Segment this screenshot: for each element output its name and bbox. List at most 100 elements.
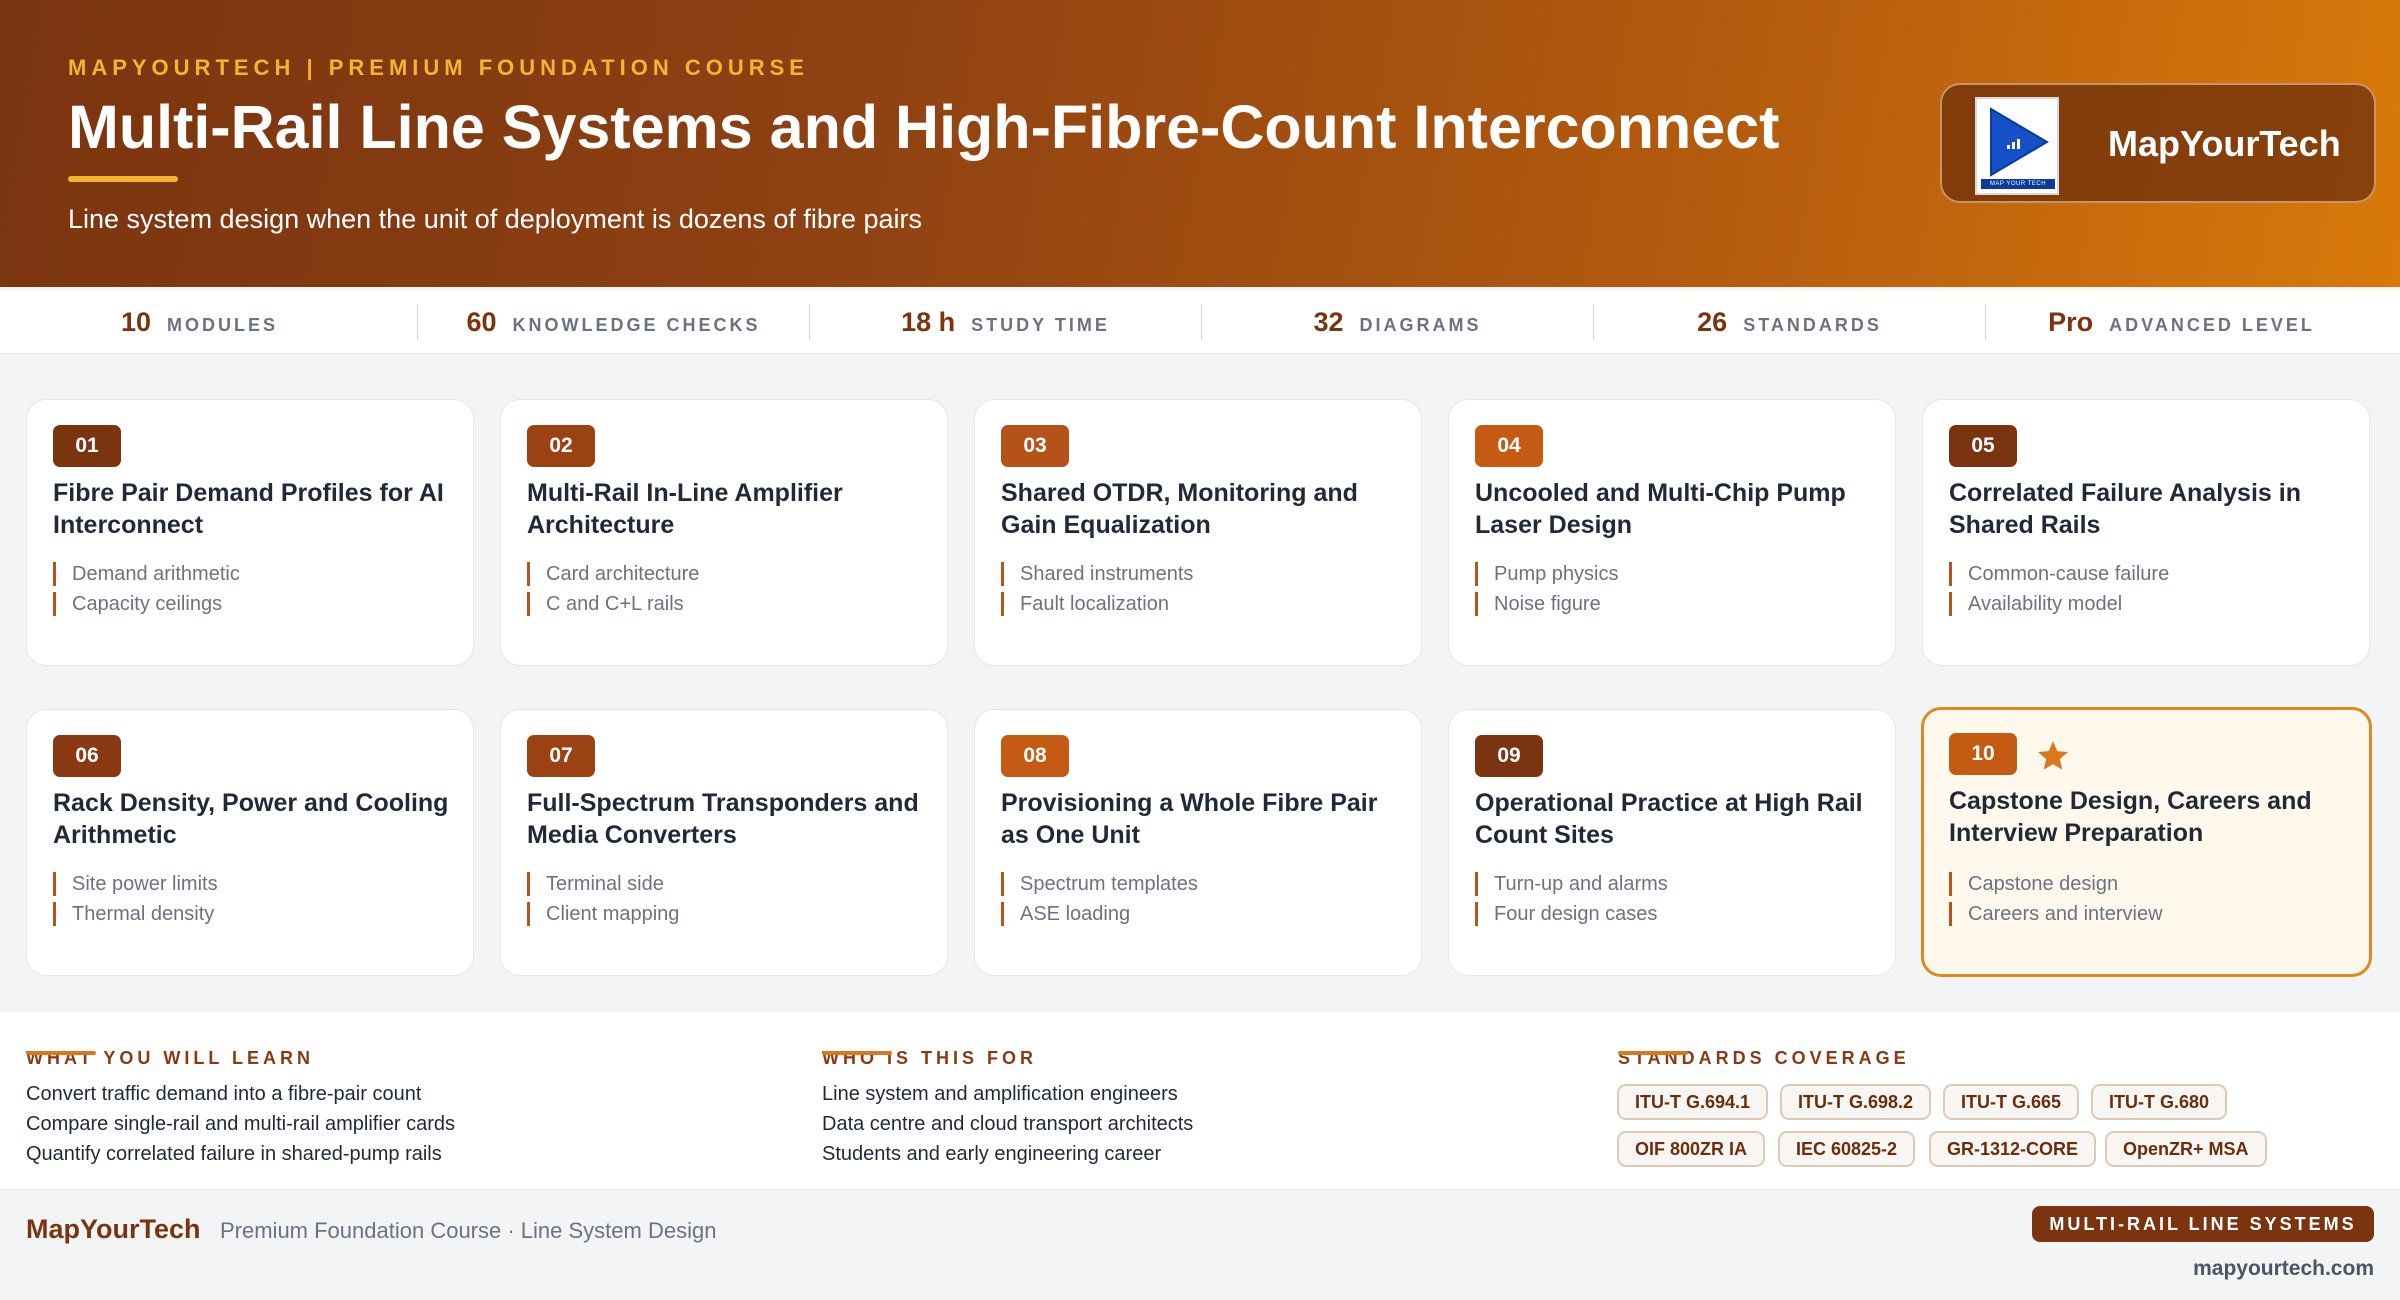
module-card-02[interactable]: 02 Multi-Rail In-Line Amplifier Architec… <box>500 399 948 666</box>
stat-value: 32 <box>1313 307 1344 337</box>
module-number-badge: 08 <box>1001 735 1069 777</box>
info-section: WHAT YOU WILL LEARN Convert traffic dema… <box>0 1012 2400 1190</box>
module-number-badge: 07 <box>527 735 595 777</box>
module-number-badge: 02 <box>527 425 595 467</box>
stat-standards: 26 STANDARDS <box>1594 291 1985 354</box>
module-number-badge: 06 <box>53 735 121 777</box>
module-title: Correlated Failure Analysis in Shared Ra… <box>1949 479 2301 539</box>
stat-value: 10 <box>120 307 152 337</box>
module-card-09[interactable]: 09 Operational Practice at High Rail Cou… <box>1448 709 1896 976</box>
footer-url-link[interactable]: mapyourtech.com <box>2193 1257 2374 1281</box>
module-topic: Fault localization <box>1001 592 1169 616</box>
standard-pill: ITU-T G.694.1 <box>1617 1084 1769 1120</box>
stat-level: Pro ADVANCED LEVEL <box>1986 291 2377 354</box>
course-header: MAPYOURTECH | PREMIUM FOUNDATION COURSE … <box>0 0 2400 287</box>
module-title: Multi-Rail In-Line Amplifier Architectur… <box>527 479 843 539</box>
module-title: Operational Practice at High Rail Count … <box>1475 789 1863 849</box>
module-topic: Client mapping <box>527 902 679 926</box>
module-topic: Demand arithmetic <box>53 562 240 586</box>
module-topic: Capstone design <box>1949 872 2118 896</box>
module-number-badge: 03 <box>1001 425 1069 467</box>
module-topic: C and C+L rails <box>527 592 684 616</box>
module-card-08[interactable]: 08 Provisioning a Whole Fibre Pair as On… <box>974 709 1422 976</box>
module-topic: Card architecture <box>527 562 699 586</box>
module-number-badge: 01 <box>53 425 121 467</box>
footer-course-text: Premium Foundation Course · Line System … <box>220 1218 717 1243</box>
module-topic: Terminal side <box>527 872 664 896</box>
stat-value: Pro <box>2048 307 2094 337</box>
audience-heading-underline <box>822 1051 892 1055</box>
standard-pill: ITU-T G.698.2 <box>1780 1084 1932 1120</box>
audience-item: Students and early engineering career <box>822 1143 1162 1165</box>
module-card-04[interactable]: 04 Uncooled and Multi-Chip Pump Laser De… <box>1448 399 1896 666</box>
footer-brand: MapYourTech <box>26 1214 201 1244</box>
standard-pill: OpenZR+ MSA <box>2105 1131 2267 1167</box>
module-topic: Four design cases <box>1475 902 1657 926</box>
module-title: Uncooled and Multi-Chip Pump Laser Desig… <box>1475 479 1846 539</box>
stat-modules: 10 MODULES <box>4 291 395 354</box>
stat-diagrams: 32 DIAGRAMS <box>1202 291 1593 354</box>
module-topic: ASE loading <box>1001 902 1130 926</box>
learn-item: Compare single-rail and multi-rail ampli… <box>26 1113 456 1135</box>
module-number-badge: 09 <box>1475 735 1543 777</box>
module-topic: Turn-up and alarms <box>1475 872 1668 896</box>
stat-value: 26 <box>1697 307 1728 337</box>
learn-item: Quantify correlated failure in shared-pu… <box>26 1143 442 1165</box>
brand-card[interactable]: MAP YOUR TECH MapYourTech <box>1940 83 2376 203</box>
module-topic: Careers and interview <box>1949 902 2163 926</box>
module-title: Provisioning a Whole Fibre Pair as One U… <box>1001 789 1378 849</box>
learn-item: Convert traffic demand into a fibre-pair… <box>26 1083 422 1105</box>
stat-label: ADVANCED LEVEL <box>2109 315 2315 335</box>
footer-tag-badge: MULTI-RAIL LINE SYSTEMS <box>2032 1206 2374 1242</box>
module-card-01[interactable]: 01 Fibre Pair Demand Profiles for AI Int… <box>26 399 474 666</box>
stat-label: STUDY TIME <box>971 315 1110 335</box>
module-topic: Shared instruments <box>1001 562 1193 586</box>
module-card-03[interactable]: 03 Shared OTDR, Monitoring and Gain Equa… <box>974 399 1422 666</box>
header-kicker: MAPYOURTECH | PREMIUM FOUNDATION COURSE <box>68 55 809 80</box>
title-underline <box>68 176 178 182</box>
standard-pill: GR-1312-CORE <box>1929 1131 2097 1167</box>
module-card-10-featured[interactable]: 10 Capstone Design, Careers and Intervie… <box>1921 707 2372 977</box>
star-icon <box>2037 741 2069 770</box>
brand-logo: MAP YOUR TECH <box>1975 97 2059 195</box>
standard-pill: ITU-T G.680 <box>2091 1084 2228 1120</box>
stat-knowledge-checks: 60 KNOWLEDGE CHECKS <box>418 291 809 354</box>
standard-pill: OIF 800ZR IA <box>1617 1131 1766 1167</box>
module-topic: Common-cause failure <box>1949 562 2169 586</box>
page-subtitle: Line system design when the unit of depl… <box>68 204 922 234</box>
module-topic: Thermal density <box>53 902 214 926</box>
play-logo-icon <box>1990 107 2049 177</box>
module-topic: Pump physics <box>1475 562 1619 586</box>
module-topic: Spectrum templates <box>1001 872 1198 896</box>
stat-label: MODULES <box>167 315 279 335</box>
standard-pill: IEC 60825-2 <box>1778 1131 1916 1167</box>
module-card-05[interactable]: 05 Correlated Failure Analysis in Shared… <box>1922 399 2370 666</box>
module-title: Full-Spectrum Transponders and Media Con… <box>527 789 919 849</box>
module-number-badge: 05 <box>1949 425 2017 467</box>
module-number-badge: 10 <box>1949 733 2017 775</box>
module-number-badge: 04 <box>1475 425 1543 467</box>
module-topic: Noise figure <box>1475 592 1601 616</box>
stats-bar: 10 MODULES 60 KNOWLEDGE CHECKS 18 h STUD… <box>0 291 2400 354</box>
page-title: Multi-Rail Line Systems and High-Fibre-C… <box>68 93 1780 161</box>
page-footer: MapYourTech Premium Foundation Course · … <box>0 1191 2400 1300</box>
stat-label: STANDARDS <box>1743 315 1882 335</box>
module-title: Shared OTDR, Monitoring and Gain Equaliz… <box>1001 479 1358 539</box>
module-card-07[interactable]: 07 Full-Spectrum Transponders and Media … <box>500 709 948 976</box>
stat-value: 18 h <box>901 307 956 337</box>
standard-pill: ITU-T G.665 <box>1943 1084 2080 1120</box>
audience-item: Data centre and cloud transport architec… <box>822 1113 1194 1135</box>
module-card-06[interactable]: 06 Rack Density, Power and Cooling Arith… <box>26 709 474 976</box>
audience-item: Line system and amplification engineers <box>822 1083 1178 1105</box>
module-topic: Site power limits <box>53 872 218 896</box>
stat-value: 60 <box>466 307 497 337</box>
stat-label: KNOWLEDGE CHECKS <box>512 315 761 335</box>
module-topic: Capacity ceilings <box>53 592 222 616</box>
stat-study-time: 18 h STUDY TIME <box>810 291 1201 354</box>
module-title: Rack Density, Power and Cooling Arithmet… <box>53 789 449 849</box>
stat-label: DIAGRAMS <box>1359 315 1482 335</box>
module-title: Fibre Pair Demand Profiles for AI Interc… <box>53 479 444 539</box>
standards-heading-underline <box>1618 1051 1688 1055</box>
module-topic: Availability model <box>1949 592 2122 616</box>
brand-name: MapYourTech <box>2108 123 2341 164</box>
